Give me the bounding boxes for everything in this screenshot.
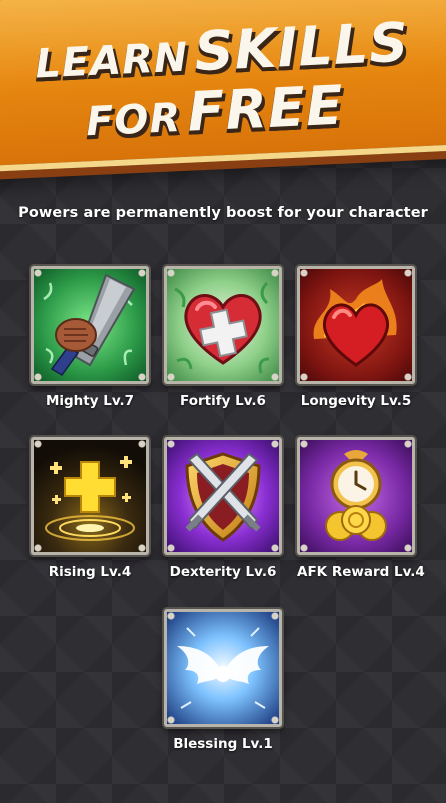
skill-rising[interactable]: Rising Lv.4 xyxy=(31,437,149,580)
crossed-swords-shield-icon xyxy=(167,440,279,552)
skill-frame[interactable] xyxy=(31,437,149,555)
flaming-heart-icon xyxy=(300,269,412,381)
skill-label: Fortify Lv.6 xyxy=(180,393,266,409)
skill-dexterity[interactable]: Dexterity Lv.6 xyxy=(164,437,282,580)
skill-fortify[interactable]: Fortify Lv.6 xyxy=(164,266,282,409)
heart-plus-icon xyxy=(167,269,279,381)
skill-blessing[interactable]: Blessing Lv.1 xyxy=(164,609,282,752)
skill-label: AFK Reward Lv.4 xyxy=(297,564,425,580)
sword-fist-icon xyxy=(34,269,146,381)
skill-frame[interactable] xyxy=(297,437,415,555)
headline-word-for: FOR xyxy=(85,94,183,146)
headline-word-learn: LEARN xyxy=(34,34,190,88)
headline-word-free: FREE xyxy=(186,73,346,144)
skill-label: Longevity Lv.5 xyxy=(300,393,412,409)
headline-word-skills: SKILLS xyxy=(193,10,411,84)
skill-frame[interactable] xyxy=(31,266,149,384)
skill-longevity[interactable]: Longevity Lv.5 xyxy=(297,266,415,409)
angel-wings-icon xyxy=(167,612,279,724)
headline: LEARN SKILLS FOR FREE xyxy=(0,0,446,148)
skill-mighty[interactable]: Mighty Lv.7 xyxy=(31,266,149,409)
skill-frame[interactable] xyxy=(164,266,282,384)
skill-label: Rising Lv.4 xyxy=(48,564,132,580)
skill-frame[interactable] xyxy=(297,266,415,384)
skill-frame[interactable] xyxy=(164,437,282,555)
golden-cross-icon xyxy=(34,440,146,552)
skill-afk-reward[interactable]: AFK Reward Lv.4 xyxy=(297,437,425,580)
subtitle-text: Powers are permanently boost for your ch… xyxy=(18,205,428,221)
skill-label: Blessing Lv.1 xyxy=(173,736,273,752)
clock-coins-icon xyxy=(300,440,412,552)
skill-label: Mighty Lv.7 xyxy=(45,393,135,409)
skill-label: Dexterity Lv.6 xyxy=(169,564,277,580)
skill-frame[interactable] xyxy=(164,609,282,727)
